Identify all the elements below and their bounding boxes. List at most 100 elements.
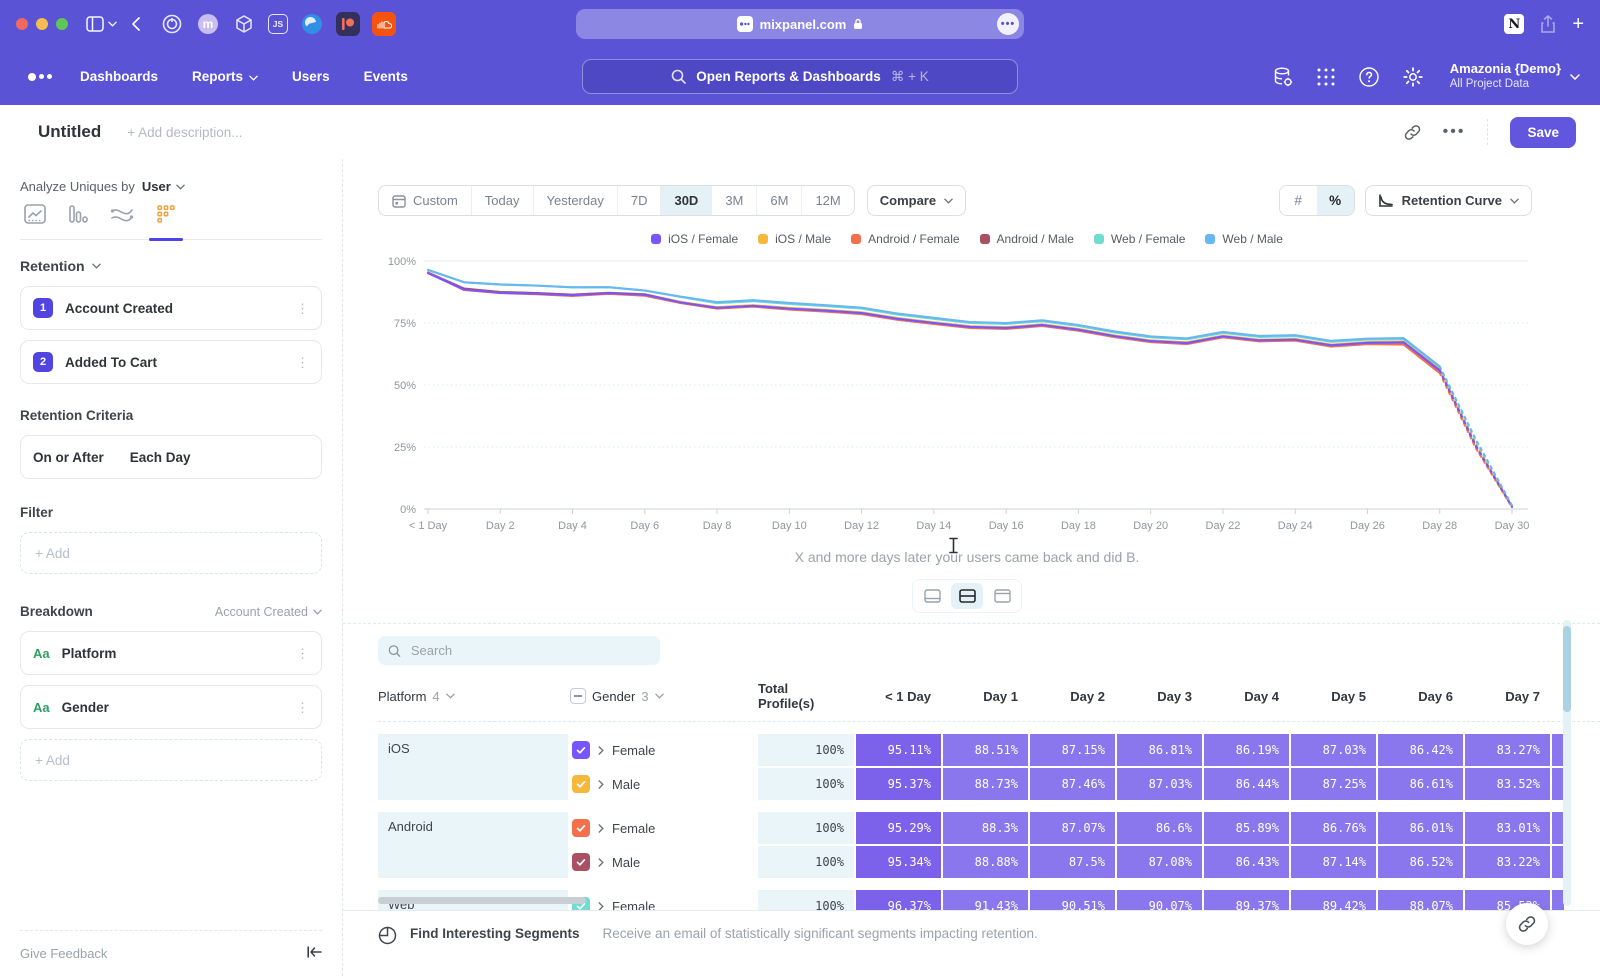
column-header-day-1[interactable]: Day 1 [943,689,1028,704]
global-search-button[interactable]: Open Reports & Dashboards ⌘ + K [582,59,1018,94]
minimize-window-button[interactable] [36,18,48,30]
range-12m[interactable]: 12M [802,186,853,215]
more-options-button[interactable]: ••• [1443,123,1466,141]
gender-row-male[interactable]: Male [570,768,756,800]
gender-row-female[interactable]: Female [570,734,756,766]
column-header-day-5[interactable]: Day 5 [1291,689,1376,704]
retention-cell[interactable]: 95.37% [856,768,941,800]
retention-line-chart[interactable]: 0%25%50%75%100%< 1 DayDay 2Day 4Day 6Day… [378,248,1556,538]
chevron-right-icon[interactable] [598,824,604,833]
add-description-field[interactable]: + Add description... [127,125,242,140]
layout-table-only-button[interactable] [986,583,1018,609]
legend-item[interactable]: Web / Female [1094,232,1185,246]
gender-checkbox[interactable] [572,775,590,793]
range-custom[interactable]: Custom [379,186,472,215]
retention-cell[interactable]: 86.44% [1204,768,1289,800]
retention-cell[interactable]: 86.76% [1291,812,1376,844]
retention-cell[interactable]: 86.19% [1204,734,1289,766]
range-7d[interactable]: 7D [618,186,662,215]
patreon-extension-icon[interactable] [336,12,360,36]
insights-tab[interactable] [24,204,46,239]
legend-item[interactable]: Android / Male [980,232,1074,246]
column-header-day-4[interactable]: Day 4 [1204,689,1289,704]
add-filter-button[interactable]: + Add [20,532,322,574]
retention-cell[interactable]: 83.22% [1465,846,1550,878]
breakdown-scope-dropdown[interactable]: Account Created [215,605,322,619]
retention-step-1[interactable]: 1Account Created⋮ [20,286,322,330]
range-30d[interactable]: 30D [661,186,712,215]
retention-cell[interactable]: 88.51% [943,734,1028,766]
breakdown-item-platform[interactable]: AaPlatform⋮ [20,631,322,675]
nav-item-users[interactable]: Users [292,69,330,84]
table-horizontal-scrollbar[interactable] [378,897,586,904]
retention-cell[interactable]: 87.14% [1291,846,1376,878]
find-segments-bar[interactable]: Find Interesting Segments Receive an ema… [343,910,1600,976]
retention-cell[interactable]: 95.29% [856,812,941,844]
settings-gear-icon[interactable] [1402,66,1424,88]
more-options-icon[interactable]: ⋮ [296,647,309,660]
retention-step-2[interactable]: 2Added To Cart⋮ [20,340,322,384]
select-all-checkbox[interactable] [570,688,586,704]
retention-cell[interactable]: 86.81% [1117,734,1202,766]
chevron-right-icon[interactable] [598,746,604,755]
mixpanel-logo-icon[interactable] [28,73,52,81]
close-window-button[interactable] [16,18,28,30]
retention-cell[interactable]: 85.89% [1204,812,1289,844]
legend-item[interactable]: Android / Female [851,232,959,246]
copy-link-icon[interactable] [1404,124,1421,141]
retention-cell[interactable]: 86.61% [1378,768,1463,800]
save-button[interactable]: Save [1510,117,1576,148]
js-extension-icon[interactable]: JS [268,14,288,34]
avatar-extension-icon[interactable]: m [196,12,220,36]
table-vertical-scrollbar[interactable] [1563,620,1571,906]
retention-cell[interactable]: 86.52% [1378,846,1463,878]
retention-cell[interactable]: 86.01% [1378,812,1463,844]
retention-cell[interactable]: 83.52% [1465,768,1550,800]
retention-cell[interactable]: 87.15% [1030,734,1115,766]
column-header-day-6[interactable]: Day 6 [1378,689,1463,704]
help-icon[interactable] [1358,66,1380,88]
retention-cell[interactable]: 87.08% [1117,846,1202,878]
more-options-icon[interactable]: ⋮ [296,302,309,315]
notion-tab-icon[interactable]: N [1504,14,1524,34]
range-6m[interactable]: 6M [757,186,802,215]
retention-cell[interactable]: 87.03% [1117,768,1202,800]
table-search-input[interactable] [409,642,650,659]
zoom-window-button[interactable] [56,18,68,30]
nav-item-reports[interactable]: Reports [192,69,258,84]
retention-cell[interactable]: 87.07% [1030,812,1115,844]
legend-item[interactable]: Web / Male [1205,232,1282,246]
retention-cell[interactable]: 86.6% [1117,812,1202,844]
chevron-right-icon[interactable] [598,780,604,789]
retention-cell[interactable]: 95.34% [856,846,941,878]
retention-cell[interactable]: 86.43% [1204,846,1289,878]
series-line-dashed-web-male[interactable] [1440,366,1512,505]
legend-item[interactable]: iOS / Male [758,232,831,246]
column-header-platform[interactable]: Platform4 [378,689,568,704]
retention-cell[interactable]: 88.3% [943,812,1028,844]
layout-chart-only-button[interactable] [916,583,948,609]
range-today[interactable]: Today [472,186,534,215]
project-selector[interactable]: Amazonia {Demo} All Project Data [1450,61,1580,92]
series-line-web-male[interactable] [428,270,1440,367]
range-yesterday[interactable]: Yesterday [534,186,618,215]
scrollbar-thumb[interactable] [1563,626,1571,712]
column-header-day-0[interactable]: < 1 Day [856,689,941,704]
column-header-gender[interactable]: Gender3 [570,688,756,704]
retention-cell[interactable]: 88.73% [943,768,1028,800]
data-management-icon[interactable] [1272,66,1294,88]
flows-tab[interactable] [110,206,134,239]
retention-criteria-control[interactable]: On or After Each Day [20,435,322,479]
retention-cell[interactable]: 95.11% [856,734,941,766]
retention-cell[interactable]: 87.25% [1291,768,1376,800]
column-header-day-7[interactable]: Day 7 [1465,689,1550,704]
more-options-icon[interactable]: ⋮ [296,356,309,369]
chart-type-dropdown[interactable]: Retention Curve [1365,185,1532,216]
cube-extension-icon[interactable] [232,12,256,36]
soundcloud-extension-icon[interactable] [372,12,396,36]
back-button[interactable] [131,17,140,31]
table-search[interactable] [378,636,660,665]
chevron-down-icon[interactable] [92,263,101,269]
gender-checkbox[interactable] [572,819,590,837]
criteria-mode[interactable]: On or After [33,450,104,465]
